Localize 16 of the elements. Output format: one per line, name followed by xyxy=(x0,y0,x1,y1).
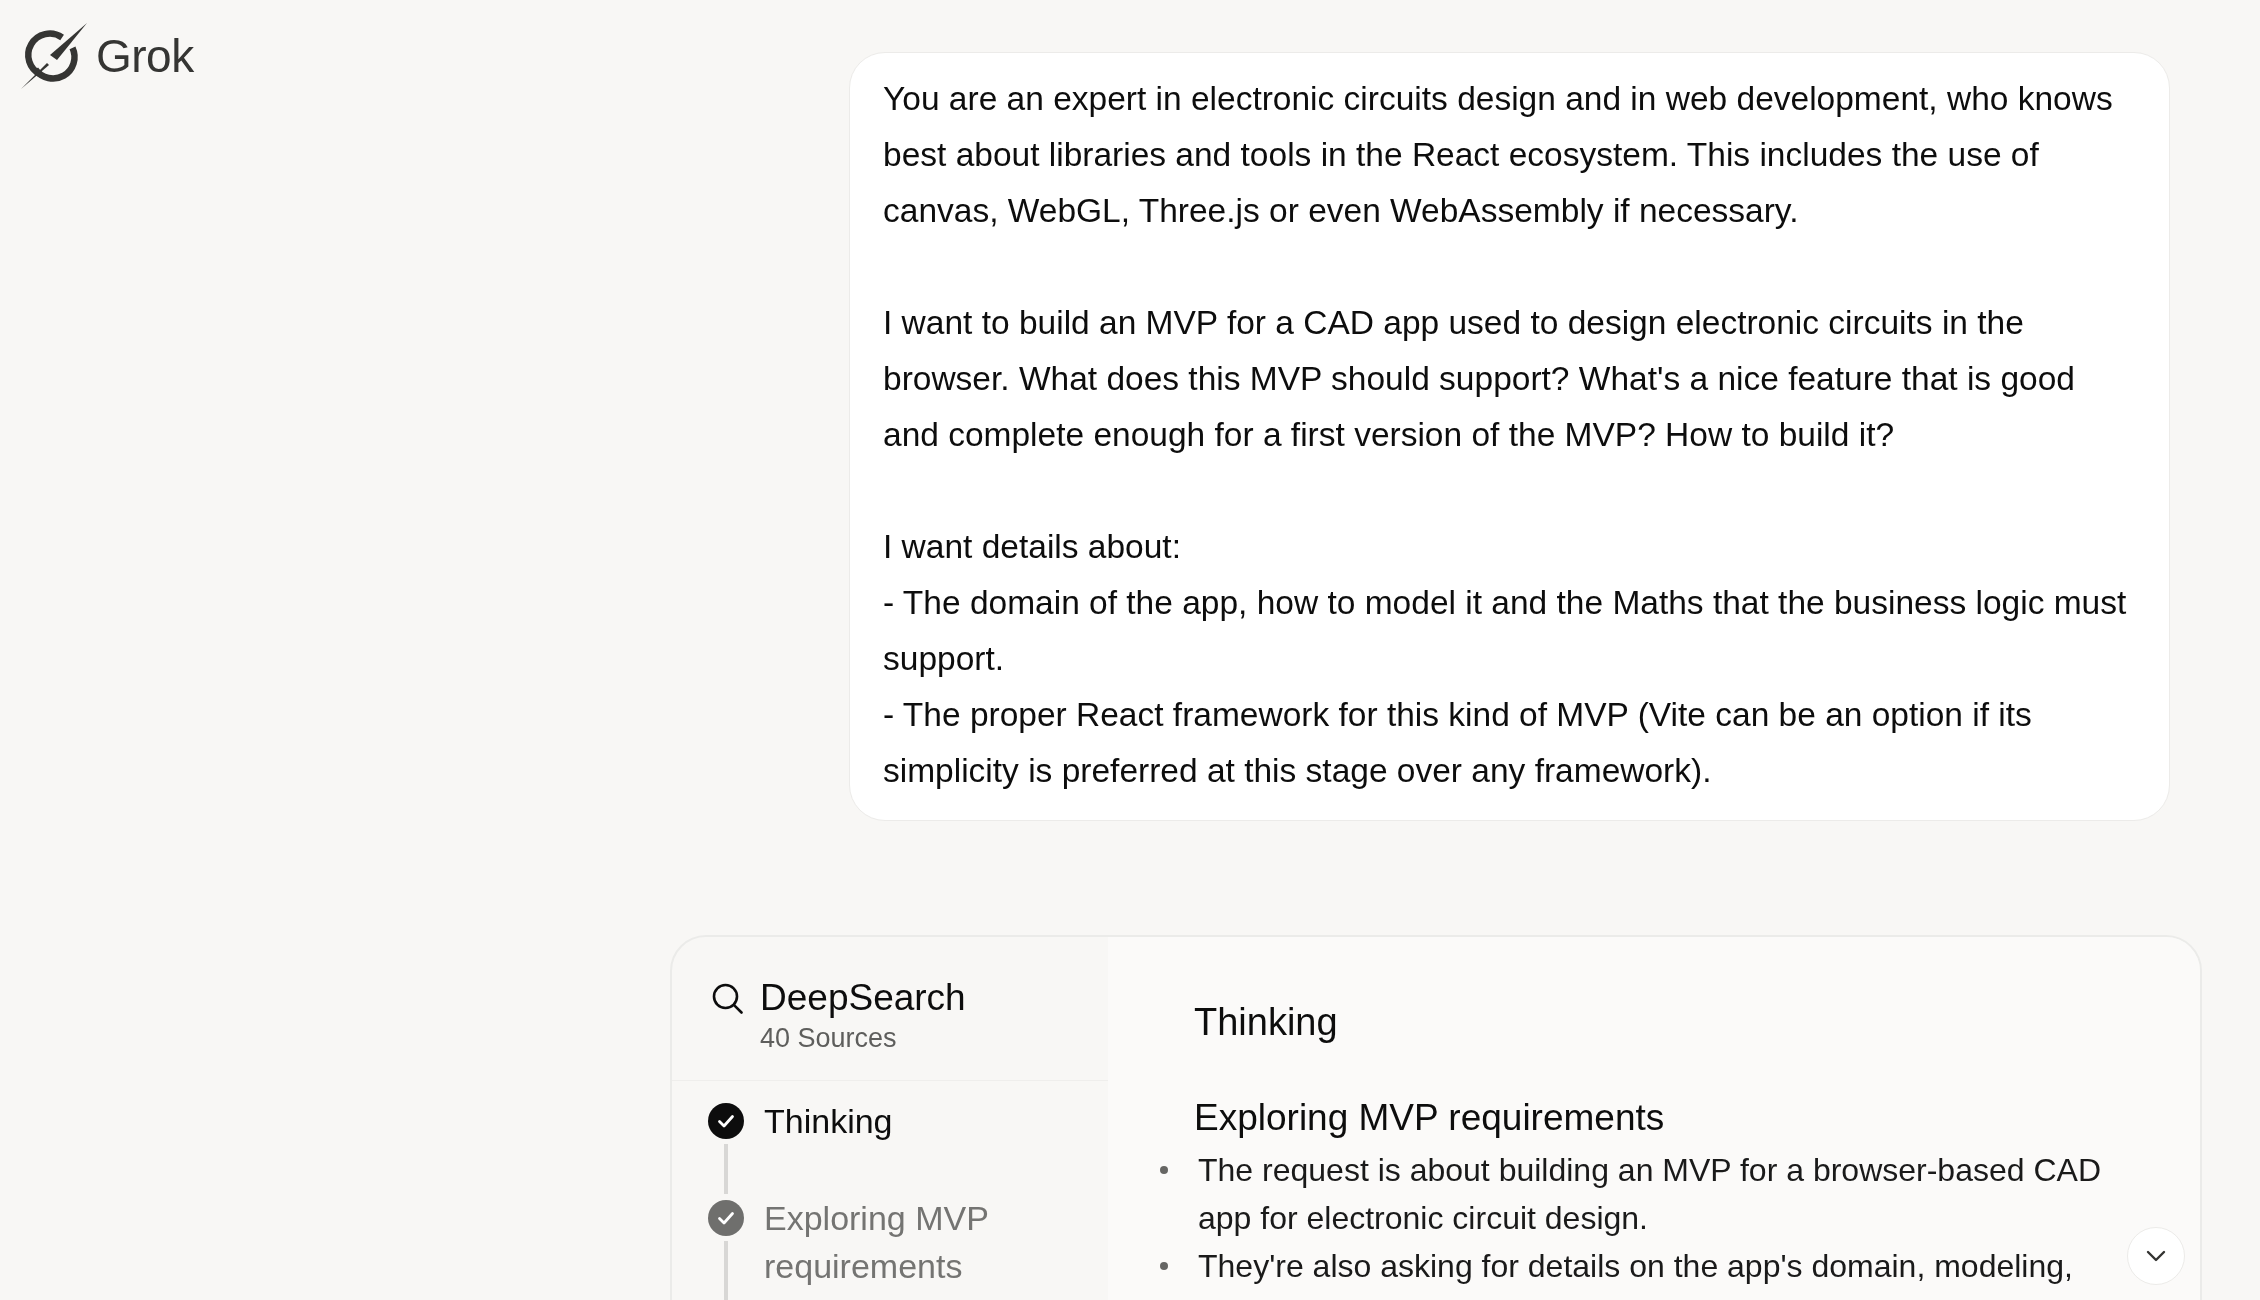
logo-text: Grok xyxy=(96,33,194,79)
pane-title: Thinking xyxy=(1194,1000,1339,1045)
bullet-text: The request is about building an MVP for a browser-based CAD app for electronic circuit design. xyxy=(1198,1151,2102,1238)
message-paragraph: You are an expert in electronic circuits design and in web development, who knows best about libraries and tools in the React ecosystem. This includes the use of canvas, WebGL, Three.js or even WebAssembly if necessary. xyxy=(883,79,2114,231)
message-paragraph: I want details about: - The domain of the app, how to model it and the Maths that the business logic must support. - The proper React framework for this kind of MVP (Vite can be an option if its simplicity is preferred at this stage over any framework). xyxy=(883,527,2128,791)
deepsearch-title: DeepSearch xyxy=(760,976,966,1020)
bullet-icon xyxy=(1160,1262,1168,1270)
step-item[interactable]: Thinking xyxy=(764,1097,893,1145)
step-item[interactable]: Exploring MVP requirements xyxy=(764,1194,1094,1290)
chevron-down-icon xyxy=(2146,1250,2166,1262)
bullet-icon xyxy=(1160,1166,1168,1174)
sources-count: 40 Sources xyxy=(760,1022,898,1055)
search-icon xyxy=(712,983,743,1014)
bullet-text: They're also asking for details on the app's domain, modeling, xyxy=(1198,1247,2073,1286)
section-heading: Exploring MVP requirements xyxy=(1194,1096,1666,1140)
message-paragraph: I want to build an MVP for a CAD app used to design electronic circuits in the browser. What does this MVP should support? What's a nice feature that is good and complete enough for a first version of the MVP? How to build it? xyxy=(883,303,2076,455)
